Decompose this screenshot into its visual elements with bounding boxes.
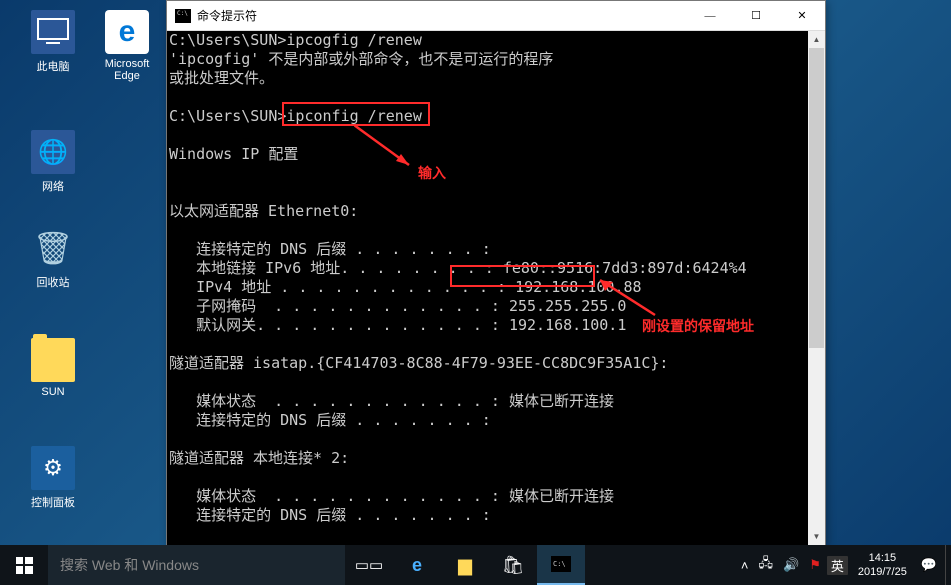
clock[interactable]: 14:15 2019/7/25 — [850, 551, 915, 579]
clock-time: 14:15 — [858, 551, 907, 565]
icon-label: 控制面板 — [18, 494, 88, 510]
search-box[interactable]: 搜索 Web 和 Windows — [48, 545, 345, 585]
scroll-down-arrow[interactable]: ▼ — [808, 528, 825, 545]
icon-label: 此电脑 — [18, 58, 88, 74]
control-panel-icon — [31, 446, 75, 490]
store-icon: 🛍 — [502, 555, 525, 576]
cmd-icon — [175, 9, 191, 23]
tray-network-icon[interactable]: 🖧 — [755, 554, 778, 576]
scroll-up-arrow[interactable]: ▲ — [808, 31, 825, 48]
windows-logo-icon — [16, 557, 33, 574]
clock-date: 2019/7/25 — [858, 565, 907, 579]
system-tray: ˄ 🖧 🔊 ⚑ 英 14:15 2019/7/25 💬 — [733, 551, 945, 579]
taskbar-app-cmd[interactable]: C:\ — [537, 545, 585, 585]
icon-label: 回收站 — [18, 274, 88, 290]
desktop-icon-edge[interactable]: e Microsoft Edge — [92, 10, 162, 82]
terminal-output[interactable]: C:\Users\SUN>ipcogfig /renew 'ipcogfig' … — [167, 31, 825, 545]
folder-icon — [31, 338, 75, 382]
recycle-bin-icon — [31, 226, 75, 270]
desktop-icon-recycle-bin[interactable]: 回收站 — [18, 226, 88, 290]
desktop-icon-network[interactable]: 网络 — [18, 130, 88, 194]
network-icon — [31, 130, 75, 174]
notifications-icon[interactable]: 💬 — [917, 557, 941, 573]
titlebar[interactable]: 命令提示符 — ☐ ✕ — [167, 1, 825, 31]
this-pc-icon — [31, 10, 75, 54]
cmd-window[interactable]: 命令提示符 — ☐ ✕ C:\Users\SUN>ipcogfig /renew… — [166, 0, 826, 546]
taskbar-app-store[interactable]: 🛍 — [489, 545, 537, 585]
folder-icon: ▆ — [458, 555, 472, 576]
scrollbar[interactable]: ▲ ▼ — [808, 31, 825, 545]
tray-chevron-icon[interactable]: ˄ — [737, 558, 753, 573]
start-button[interactable] — [0, 545, 48, 585]
desktop-icon-control-panel[interactable]: 控制面板 — [18, 446, 88, 510]
task-view-button[interactable]: ▭▭ — [345, 545, 393, 585]
cmd-icon: C:\ — [551, 556, 571, 572]
icon-label: Microsoft Edge — [92, 58, 162, 82]
desktop-icon-this-pc[interactable]: 此电脑 — [18, 10, 88, 74]
edge-icon: e — [412, 555, 422, 576]
show-desktop-button[interactable] — [945, 545, 951, 585]
tray-volume-icon[interactable]: 🔊 — [779, 557, 803, 573]
ime-indicator[interactable]: 英 — [827, 556, 848, 575]
search-placeholder: 搜索 Web 和 Windows — [60, 555, 199, 575]
tray-security-icon[interactable]: ⚑ — [805, 557, 825, 573]
taskbar-app-edge[interactable]: e — [393, 545, 441, 585]
task-view-icon: ▭▭ — [355, 556, 383, 574]
taskbar-app-explorer[interactable]: ▆ — [441, 545, 489, 585]
maximize-button[interactable]: ☐ — [733, 1, 779, 31]
icon-label: 网络 — [18, 178, 88, 194]
scroll-thumb[interactable] — [809, 48, 824, 348]
close-button[interactable]: ✕ — [779, 1, 825, 31]
minimize-button[interactable]: — — [687, 1, 733, 31]
window-title: 命令提示符 — [197, 7, 687, 24]
desktop-icon-user-folder[interactable]: SUN — [18, 338, 88, 398]
taskbar: 搜索 Web 和 Windows ▭▭ e ▆ 🛍 C:\ ˄ 🖧 🔊 ⚑ 英 … — [0, 545, 951, 585]
edge-icon: e — [105, 10, 149, 54]
icon-label: SUN — [18, 386, 88, 398]
